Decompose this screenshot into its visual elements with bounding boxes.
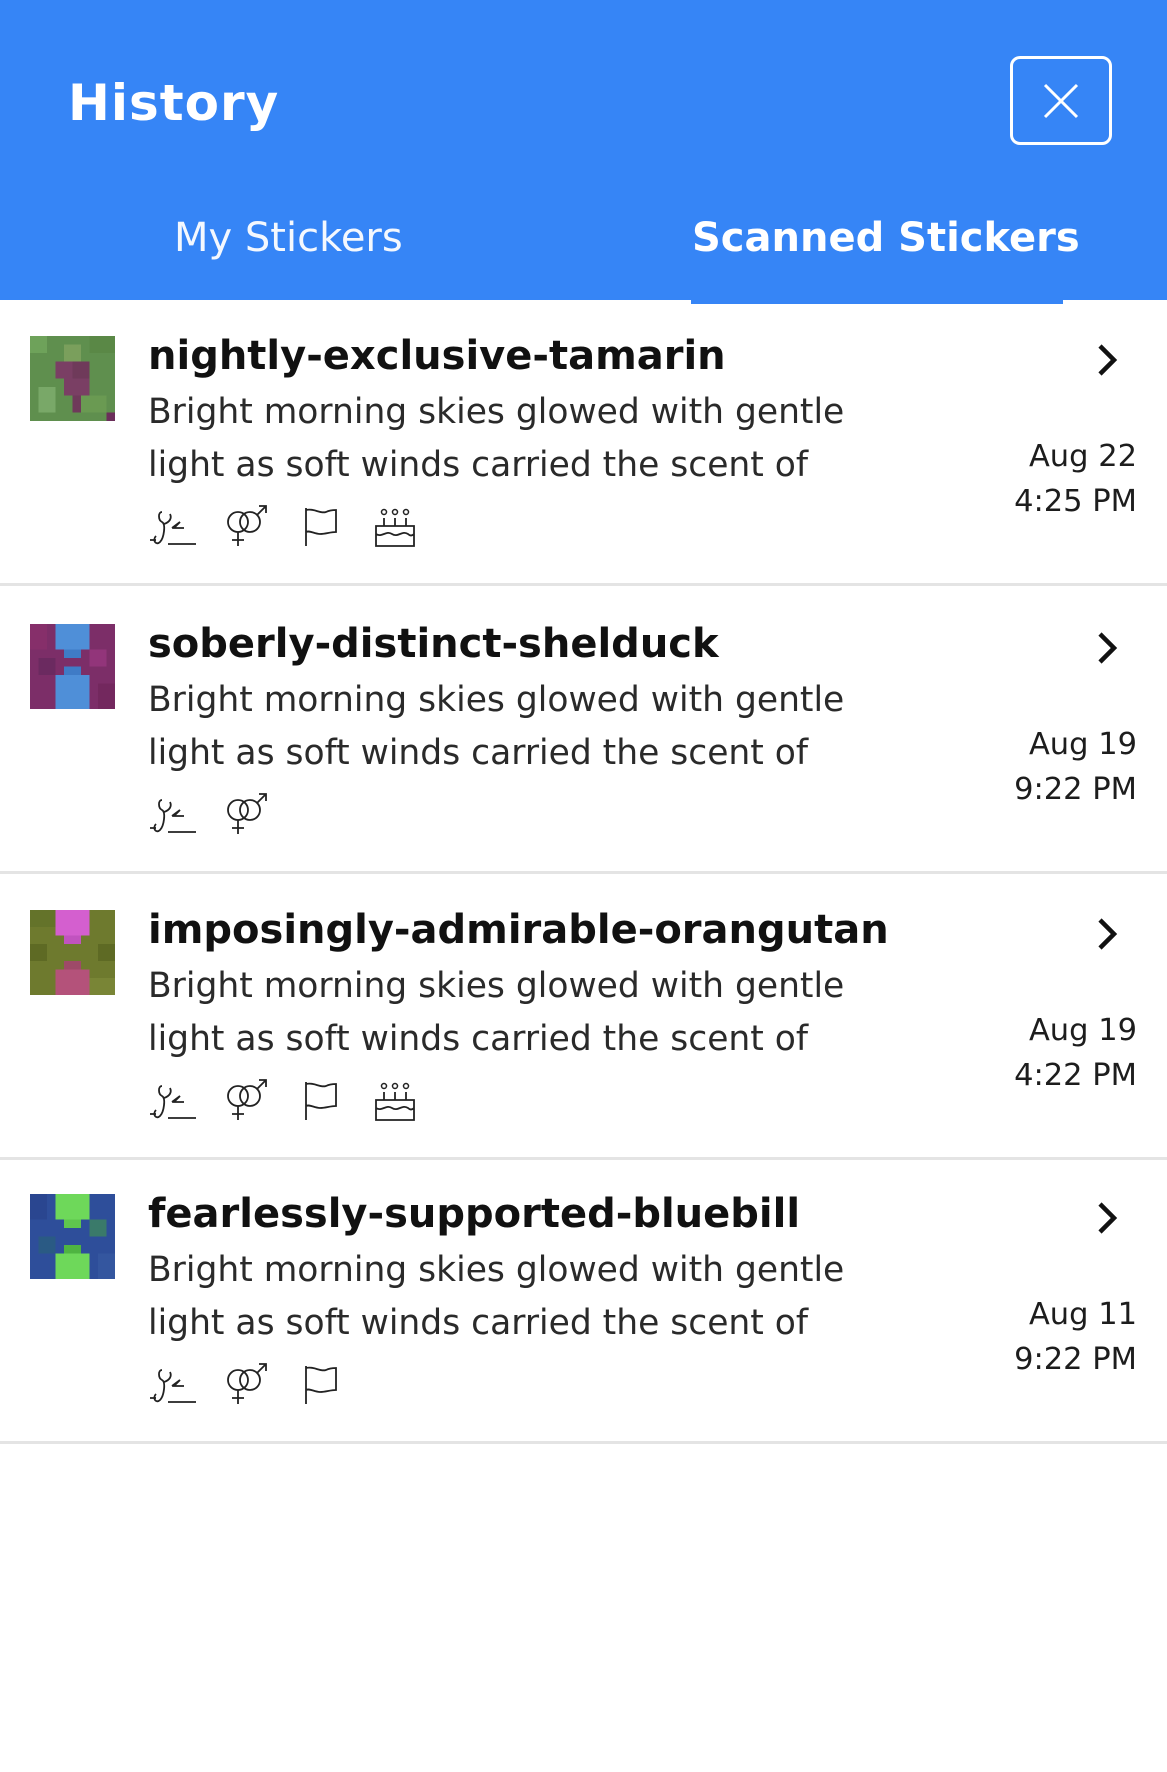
chevron-right-icon[interactable] [1092,340,1122,380]
time-label: 9:22 PM [1014,1342,1137,1377]
sticker-description: Bright morning skies glowed with gentle … [148,386,948,492]
time-label: 4:22 PM [1014,1058,1137,1093]
sticker-description: Bright morning skies glowed with gentle … [148,960,948,1066]
signature-icon [148,504,198,550]
sticker-thumbnail [30,1194,115,1279]
timestamp: Aug 19 9:22 PM [1014,722,1137,812]
sticker-name: nightly-exclusive-tamarin [148,333,726,379]
birthday-cake-icon [370,1078,420,1124]
sticker-name: fearlessly-supported-bluebill [148,1191,801,1237]
description-line: Bright morning skies glowed with gentle [148,680,845,720]
description-line: light as soft winds carried the scent of [148,445,809,485]
gender-icon [222,792,272,838]
description-line: Bright morning skies glowed with gentle [148,966,845,1006]
date-label: Aug 22 [1028,439,1137,474]
sticker-thumbnail [30,624,115,709]
gender-icon [222,1362,272,1408]
list-item[interactable]: soberly-distinct-shelduck Bright morning… [0,588,1167,874]
date-label: Aug 19 [1028,727,1137,762]
date-label: Aug 19 [1028,1013,1137,1048]
attribute-icons [148,504,420,550]
time-label: 4:25 PM [1014,484,1137,519]
close-icon [1043,83,1079,118]
gender-icon [222,1078,272,1124]
signature-icon [148,792,198,838]
timestamp: Aug 11 9:22 PM [1014,1292,1137,1382]
attribute-icons [148,1362,346,1408]
chevron-right-icon[interactable] [1092,628,1122,668]
list-item[interactable]: nightly-exclusive-tamarin Bright morning… [0,300,1167,586]
attribute-icons [148,1078,420,1124]
birthday-cake-icon [370,504,420,550]
close-button[interactable] [1010,56,1112,145]
flag-icon [296,1362,346,1408]
description-line: Bright morning skies glowed with gentle [148,392,845,432]
sticker-description: Bright morning skies glowed with gentle … [148,674,948,780]
chevron-right-icon[interactable] [1092,1198,1122,1238]
sticker-thumbnail [30,336,115,421]
attribute-icons [148,792,272,838]
description-line: light as soft winds carried the scent of [148,1019,809,1059]
description-line: Bright morning skies glowed with gentle [148,1250,845,1290]
signature-icon [148,1078,198,1124]
date-label: Aug 11 [1028,1297,1137,1332]
time-label: 9:22 PM [1014,772,1137,807]
flag-icon [296,504,346,550]
sticker-name: soberly-distinct-shelduck [148,621,719,667]
description-line: light as soft winds carried the scent of [148,733,809,773]
list-item[interactable]: imposingly-admirable-orangutan Bright mo… [0,874,1167,1160]
gender-icon [222,504,272,550]
tab-my-stickers[interactable]: My Stickers [174,210,403,266]
signature-icon [148,1362,198,1408]
list-item[interactable]: fearlessly-supported-bluebill Bright mor… [0,1158,1167,1444]
chevron-right-icon[interactable] [1092,914,1122,954]
flag-icon [296,1078,346,1124]
timestamp: Aug 19 4:22 PM [1014,1008,1137,1098]
header-bar: History My Stickers Scanned Stickers [0,0,1167,300]
sticker-thumbnail [30,910,115,995]
tab-scanned-stickers[interactable]: Scanned Stickers [692,210,1080,266]
sticker-description: Bright morning skies glowed with gentle … [148,1244,948,1350]
description-line: light as soft winds carried the scent of [148,1303,809,1343]
timestamp: Aug 22 4:25 PM [1014,434,1137,524]
page-title: History [68,74,280,132]
sticker-name: imposingly-admirable-orangutan [148,907,889,953]
